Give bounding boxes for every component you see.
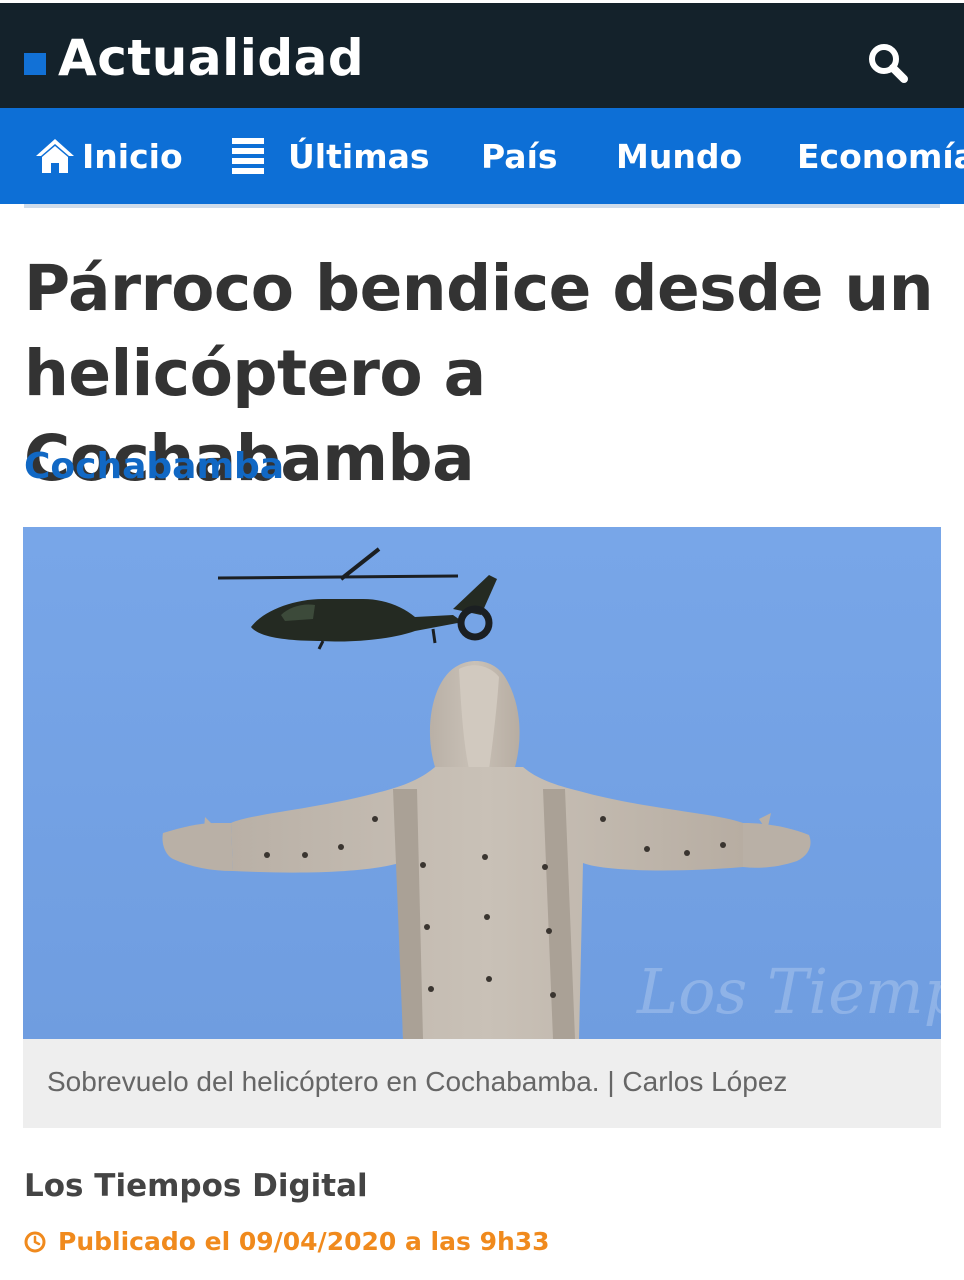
nav-item-label: Mundo bbox=[616, 136, 743, 176]
publish-date: Publicado el 09/04/2020 a las 9h33 bbox=[58, 1227, 550, 1256]
nav-item-pais[interactable]: País bbox=[481, 108, 558, 204]
section-link[interactable]: Cochabamba bbox=[24, 444, 284, 490]
site-section-title[interactable]: Actualidad bbox=[58, 25, 364, 91]
photo-watermark: Los Tiempos bbox=[636, 955, 941, 1028]
photo-caption-box: Sobrevuelo del helicóptero en Cochabamba… bbox=[23, 1039, 941, 1128]
nav-item-economia[interactable]: Economía bbox=[797, 108, 964, 204]
search-icon bbox=[869, 44, 908, 83]
nav-item-inicio[interactable]: Inicio bbox=[34, 108, 183, 204]
site-header: Actualidad bbox=[0, 0, 964, 108]
publish-info: Publicado el 09/04/2020 a las 9h33 bbox=[24, 1226, 550, 1258]
nav-item-label: Últimas bbox=[288, 136, 430, 176]
article-photo[interactable]: Los Tiempos bbox=[23, 527, 941, 1039]
photo-caption: Sobrevuelo del helicóptero en Cochabamba… bbox=[47, 1066, 788, 1097]
nav-item-mundo[interactable]: Mundo bbox=[616, 108, 742, 204]
nav-item-label: Economía bbox=[797, 136, 964, 176]
search-button[interactable] bbox=[862, 37, 914, 89]
nav-divider bbox=[24, 204, 940, 208]
nav-item-label: Inicio bbox=[82, 136, 183, 176]
clock-icon bbox=[24, 1231, 46, 1253]
nav-item-ultimas[interactable]: Últimas bbox=[230, 108, 430, 204]
brand-square-icon bbox=[24, 53, 46, 75]
home-icon bbox=[34, 137, 76, 175]
main-nav: Inicio Últimas País Mundo Economía bbox=[0, 108, 964, 204]
article-author[interactable]: Los Tiempos Digital bbox=[24, 1166, 368, 1206]
list-icon bbox=[230, 136, 266, 176]
nav-item-label: País bbox=[481, 136, 558, 176]
